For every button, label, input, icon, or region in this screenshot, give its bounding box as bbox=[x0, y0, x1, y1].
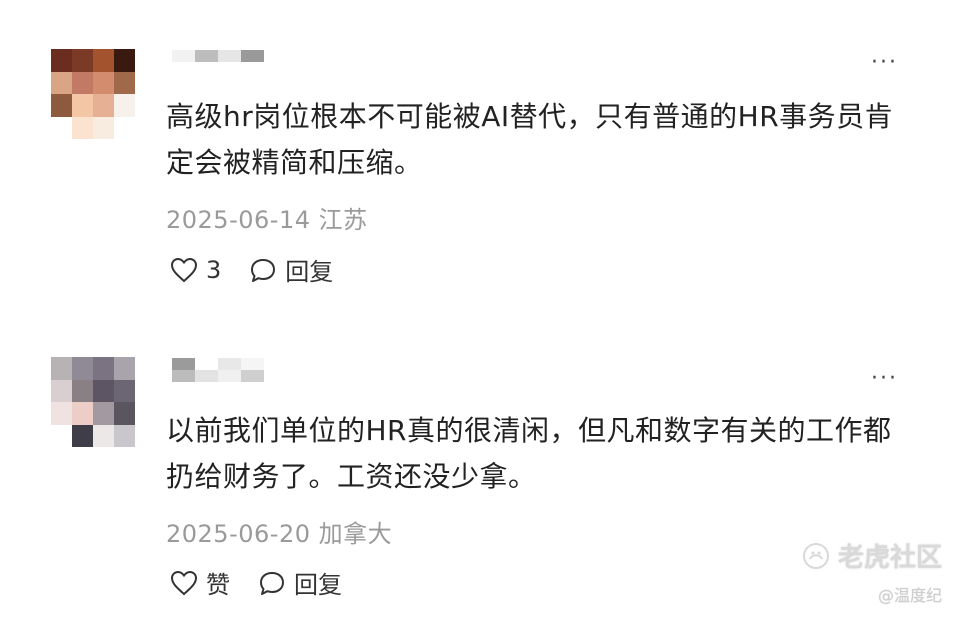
username-pixel bbox=[195, 50, 218, 62]
avatar-pixel bbox=[72, 357, 93, 380]
avatar-pixel bbox=[93, 94, 114, 117]
avatar-pixel bbox=[114, 71, 135, 94]
comment-meta: 2025-06-20 加拿大 bbox=[166, 514, 392, 549]
avatar-pixel bbox=[72, 402, 93, 425]
avatar-pixel bbox=[72, 71, 93, 94]
avatar-pixel bbox=[93, 49, 114, 72]
heart-icon bbox=[170, 570, 198, 595]
avatar-pixel bbox=[93, 357, 114, 380]
avatar-pixel bbox=[72, 49, 93, 72]
comment-text: 高级hr岗位根本不可能被AI替代，只有普通的HR事务员肯定会被精简和压缩。 bbox=[166, 100, 894, 179]
more-options-button[interactable]: ··· bbox=[871, 368, 898, 390]
watermark-brand: 老虎社区 bbox=[837, 543, 942, 573]
avatar-pixel bbox=[114, 116, 135, 139]
comment-location: 江苏 bbox=[318, 206, 368, 234]
username-pixelated[interactable] bbox=[172, 50, 264, 74]
avatar-pixel bbox=[93, 379, 114, 402]
username-pixelated[interactable] bbox=[172, 358, 264, 382]
comment-date: 2025-06-14 bbox=[166, 206, 311, 234]
username-pixel bbox=[172, 358, 195, 370]
avatar-pixel bbox=[72, 424, 93, 447]
username-pixel bbox=[218, 50, 241, 62]
username-pixel bbox=[218, 358, 241, 370]
avatar-pixel bbox=[114, 357, 135, 380]
username-pixel bbox=[172, 62, 195, 74]
username-pixel bbox=[241, 358, 264, 370]
comment-actions: 赞 回复 bbox=[170, 565, 342, 600]
reply-button[interactable]: 回复 bbox=[258, 565, 342, 600]
avatar-pixel bbox=[93, 116, 114, 139]
username-pixel bbox=[195, 358, 218, 370]
like-label: 赞 bbox=[206, 571, 230, 599]
avatar-pixel bbox=[114, 94, 135, 117]
avatar-pixel bbox=[51, 424, 72, 447]
avatar-pixel bbox=[114, 402, 135, 425]
username-pixel bbox=[241, 50, 264, 62]
username-pixel bbox=[218, 370, 241, 382]
username-pixel bbox=[195, 62, 218, 74]
comment-thread: ··· 高级hr岗位根本不可能被AI替代，只有普通的HR事务员肯定会被精简和压缩… bbox=[0, 0, 960, 620]
comment-meta: 2025-06-14 江苏 bbox=[166, 200, 368, 235]
username-pixel bbox=[218, 62, 241, 74]
reply-label: 回复 bbox=[285, 258, 334, 286]
username-pixel bbox=[172, 370, 195, 382]
comment-text: 以前我们单位的HR真的很清闲，但凡和数字有关的工作都扔给财务了。工资还没少拿。 bbox=[166, 414, 892, 493]
avatar-pixel bbox=[51, 357, 72, 380]
avatar-pixel bbox=[114, 424, 135, 447]
avatar-pixel bbox=[72, 94, 93, 117]
username-pixel bbox=[241, 62, 264, 74]
watermark: 老虎社区 bbox=[802, 537, 942, 574]
comment-date: 2025-06-20 bbox=[166, 520, 311, 548]
avatar-pixel bbox=[93, 424, 114, 447]
avatar-pixel bbox=[51, 379, 72, 402]
watermark-handle: @温度纪 bbox=[877, 586, 942, 605]
avatar-pixel bbox=[51, 49, 72, 72]
comment-bubble-icon bbox=[251, 258, 276, 282]
avatar-pixel bbox=[51, 71, 72, 94]
heart-icon bbox=[170, 257, 198, 282]
avatar-pixel bbox=[72, 379, 93, 402]
avatar-pixel bbox=[72, 116, 93, 139]
tiger-logo-icon bbox=[802, 542, 829, 569]
avatar-pixel bbox=[93, 71, 114, 94]
avatar-pixel bbox=[114, 49, 135, 72]
avatar-pixel bbox=[51, 94, 72, 117]
reply-button[interactable]: 回复 bbox=[249, 252, 333, 287]
avatar-pixel bbox=[51, 116, 72, 139]
avatar-pixel bbox=[114, 379, 135, 402]
like-button[interactable]: 赞 bbox=[170, 565, 230, 600]
username-pixel bbox=[195, 370, 218, 382]
more-options-button[interactable]: ··· bbox=[871, 52, 898, 74]
username-pixel bbox=[241, 370, 264, 382]
comment-bubble-icon bbox=[260, 571, 284, 595]
avatar-pixel bbox=[51, 402, 72, 425]
avatar-pixel bbox=[93, 402, 114, 425]
comment-location: 加拿大 bbox=[318, 520, 393, 548]
like-count: 3 bbox=[206, 255, 222, 284]
like-button[interactable]: 3 bbox=[170, 256, 221, 284]
avatar[interactable] bbox=[51, 49, 135, 139]
comment-actions: 3 回复 bbox=[170, 252, 333, 287]
avatar[interactable] bbox=[51, 357, 135, 447]
username-pixel bbox=[172, 50, 195, 62]
reply-label: 回复 bbox=[294, 571, 342, 599]
